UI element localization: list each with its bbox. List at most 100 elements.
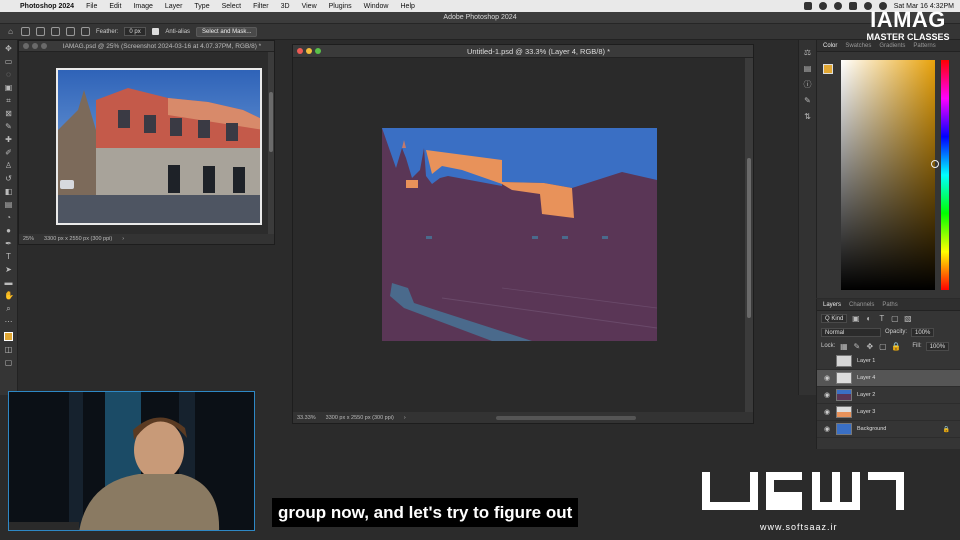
filter-type-icon[interactable]: T [877,314,886,323]
doc1-zoom-button[interactable] [41,43,47,49]
lock-artboard-icon[interactable]: ▢ [878,342,887,351]
menu-filter[interactable]: Filter [247,3,275,10]
menu-app-name[interactable]: Photoshop 2024 [14,3,80,10]
comments-icon[interactable]: ▤ [803,64,812,73]
doc1-scroll-thumb[interactable] [269,92,273,152]
eye-icon[interactable]: ◉ [823,408,831,416]
stamp-tool-icon[interactable]: ♙ [4,161,13,170]
doc2-zoom-button[interactable] [315,48,321,54]
lock-position-icon[interactable]: ✥ [865,342,874,351]
doc2-scroll-thumb[interactable] [747,158,751,318]
crop-tool-icon[interactable]: ⌗ [4,96,13,105]
menu-image[interactable]: Image [127,3,158,10]
antialias-checkbox[interactable] [152,28,160,35]
type-tool-icon[interactable]: T [4,252,13,261]
layer-row-layer3[interactable]: ◉ Layer 3 [817,404,960,421]
status-battery-icon[interactable] [848,2,857,10]
doc2-vertical-scrollbar[interactable] [745,58,753,414]
frame-tool-icon[interactable]: ⊠ [4,109,13,118]
menu-view[interactable]: View [296,3,323,10]
gradient-tool-icon[interactable]: ▤ [4,200,13,209]
menu-select[interactable]: Select [216,3,247,10]
status-app-icon[interactable] [803,2,812,10]
new-selection-icon[interactable] [36,27,45,36]
subtract-selection-icon[interactable] [66,27,75,36]
status-record-icon[interactable] [818,2,827,10]
quick-mask-icon[interactable]: ◫ [4,345,13,354]
healing-tool-icon[interactable]: ✚ [4,135,13,144]
color-panel-foreground-swatch[interactable] [823,64,833,74]
doc1-minimize-button[interactable] [32,43,38,49]
eye-icon[interactable]: ◉ [823,374,831,382]
doc1-zoom-level[interactable]: 25% [23,236,34,242]
object-select-tool-icon[interactable]: ▣ [4,83,13,92]
foreground-color-swatch[interactable] [4,332,13,341]
tab-paths[interactable]: Paths [882,302,897,308]
properties-icon[interactable]: ⓘ [803,80,812,89]
lasso-tool-icon[interactable]: ◌ [4,70,13,79]
doc2-close-button[interactable] [297,48,303,54]
document-canvas[interactable] [382,128,657,341]
blur-tool-icon[interactable]: ◔ [4,213,13,222]
home-icon[interactable]: ⌂ [6,27,15,36]
layer-row-layer2[interactable]: ◉ Layer 2 [817,387,960,404]
pen-tool-icon[interactable]: ✒ [4,239,13,248]
tab-gradients[interactable]: Gradients [879,43,905,49]
layer-name[interactable]: Layer 2 [857,392,875,398]
doc1-vertical-scrollbar[interactable] [268,52,274,236]
move-tool-icon[interactable]: ✥ [4,44,13,53]
eyedropper-tool-icon[interactable]: ✎ [4,122,13,131]
doc1-status-arrow-icon[interactable]: › [122,236,124,242]
filter-shape-icon[interactable]: ▢ [890,314,899,323]
lock-all-icon[interactable]: 🔒 [891,342,901,351]
fill-input[interactable]: 100% [925,341,950,351]
blend-mode-select[interactable]: Normal [821,327,881,337]
doc2-status-arrow-icon[interactable]: › [404,415,406,421]
lock-pixels-icon[interactable]: ✎ [852,342,861,351]
menu-plugins[interactable]: Plugins [323,3,358,10]
tab-color[interactable]: Color [823,43,837,49]
path-select-icon[interactable]: ➤ [4,265,13,274]
transform-icon[interactable]: ⇅ [803,112,812,121]
tab-swatches[interactable]: Swatches [845,43,871,49]
brush-settings-icon[interactable]: ✎ [803,96,812,105]
tab-channels[interactable]: Channels [849,302,874,308]
screen-mode-icon[interactable]: ▢ [4,358,13,367]
layer-row-layer1[interactable]: Layer 1 [817,353,960,370]
feather-input[interactable]: 0 px [124,27,147,36]
menu-type[interactable]: Type [188,3,215,10]
status-sync-icon[interactable] [833,2,842,10]
adjustments-icon[interactable]: ⚖ [803,48,812,57]
history-brush-icon[interactable]: ↺ [4,174,13,183]
layer-kind-filter[interactable]: Q Kind [821,313,848,323]
eye-icon[interactable]: ◉ [823,391,831,399]
filter-pixel-icon[interactable]: ▣ [851,314,860,323]
lasso-preset-icon[interactable] [21,27,30,36]
rectangle-tool-icon[interactable]: ▬ [4,278,13,287]
intersect-selection-icon[interactable] [81,27,90,36]
layer-row-background[interactable]: ◉ Background 🔒 [817,421,960,438]
menu-window[interactable]: Window [358,3,395,10]
menu-file[interactable]: File [80,3,103,10]
lock-transparency-icon[interactable]: ▦ [839,342,848,351]
select-and-mask-button[interactable]: Select and Mask... [196,26,258,37]
menu-edit[interactable]: Edit [103,3,127,10]
eye-icon[interactable]: ◉ [823,425,831,433]
more-tools-icon[interactable]: ⋯ [4,317,13,326]
layer-row-layer4[interactable]: ◉ Layer 4 [817,370,960,387]
menu-help[interactable]: Help [395,3,421,10]
menu-3d[interactable]: 3D [275,3,296,10]
opacity-input[interactable]: 100% [911,327,935,337]
doc2-minimize-button[interactable] [306,48,312,54]
hue-slider[interactable] [941,60,949,290]
layer-name[interactable]: Background [857,426,886,432]
layer-name[interactable]: Layer 3 [857,409,875,415]
doc1-close-button[interactable] [23,43,29,49]
marquee-tool-icon[interactable]: ▭ [4,57,13,66]
filter-smart-icon[interactable]: ▧ [903,314,912,323]
doc2-title[interactable]: Untitled-1.psd @ 33.3% (Layer 4, RGB/8) … [324,47,753,56]
add-selection-icon[interactable] [51,27,60,36]
tab-layers[interactable]: Layers [823,302,841,308]
doc1-title[interactable]: IAMAG.psd @ 25% (Screenshot 2024-03-16 a… [50,43,274,50]
tab-patterns[interactable]: Patterns [913,43,935,49]
